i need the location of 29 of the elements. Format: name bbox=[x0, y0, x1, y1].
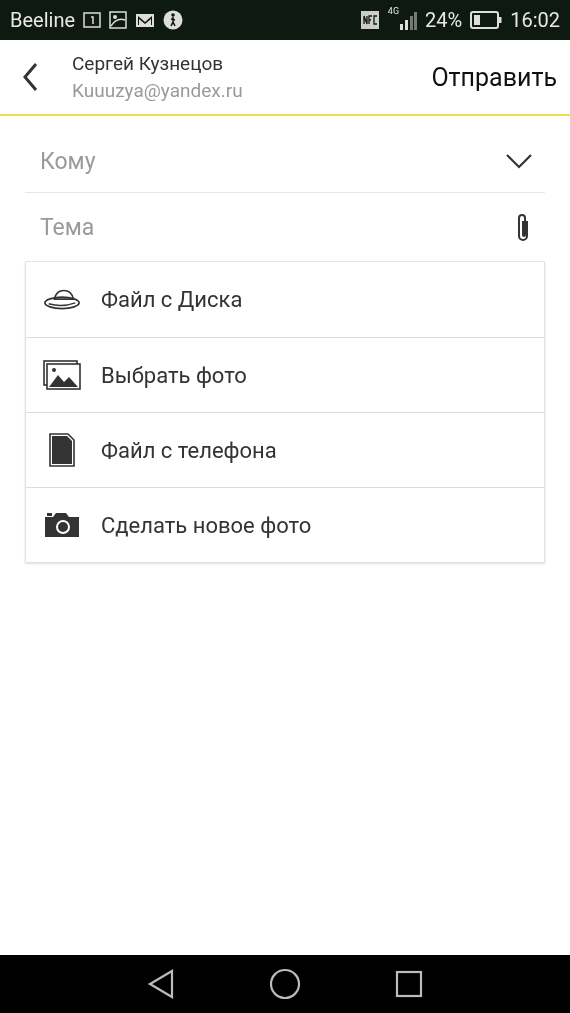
recipient-field[interactable]: Кому bbox=[38, 146, 505, 176]
camera-icon bbox=[43, 511, 81, 539]
circle-icon bbox=[269, 968, 301, 1000]
sender-name: Сергей Кузнецов bbox=[72, 52, 225, 75]
send-button[interactable]: Отправить bbox=[431, 62, 570, 92]
network-type: 4G bbox=[387, 6, 400, 16]
sender-email: Kuuuzya@yandex.ru bbox=[72, 79, 244, 102]
triangle-icon bbox=[147, 969, 175, 999]
battery-icon bbox=[470, 11, 503, 29]
document-icon bbox=[49, 433, 75, 467]
flying-saucer-icon bbox=[43, 287, 81, 312]
image-icon bbox=[109, 11, 128, 29]
attachment-option[interactable]: Выбрать фото bbox=[26, 337, 544, 412]
chevron-left-icon bbox=[22, 62, 38, 92]
subject-field[interactable]: Тема bbox=[38, 212, 513, 242]
mail-icon bbox=[135, 12, 156, 28]
attachment-option[interactable]: Сделать новое фото bbox=[26, 487, 544, 562]
clock: 16:02 bbox=[510, 8, 560, 32]
square-icon bbox=[395, 970, 423, 998]
attachment-option[interactable]: Файл с Диска bbox=[26, 262, 544, 337]
chevron-down-icon bbox=[505, 153, 533, 169]
pictures-icon bbox=[43, 360, 81, 390]
sim-icon bbox=[83, 12, 102, 28]
nfc-icon bbox=[359, 10, 380, 30]
carrier-name: Beeline bbox=[10, 8, 76, 32]
signal-icon bbox=[399, 10, 418, 30]
attachment-option[interactable]: Файл с телефона bbox=[26, 412, 544, 487]
walking-figure-icon bbox=[163, 10, 184, 30]
battery-percent: 24% bbox=[425, 8, 463, 32]
